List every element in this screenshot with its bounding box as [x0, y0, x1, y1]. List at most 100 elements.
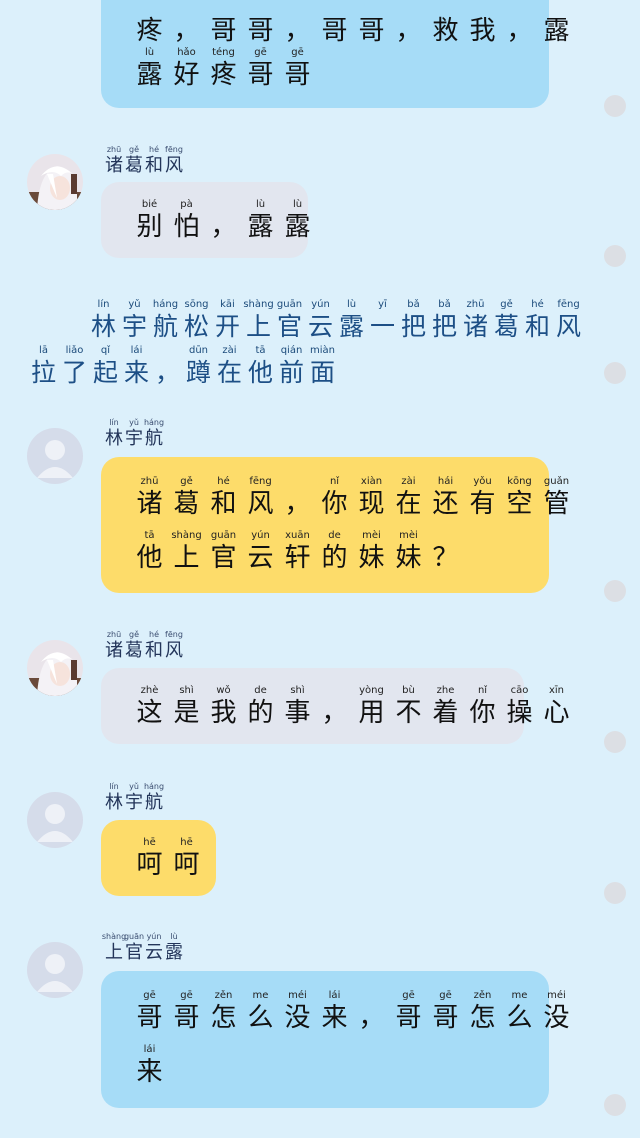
- hanzi: 了: [61, 358, 87, 387]
- hanzi: 哥: [210, 16, 237, 46]
- pinyin: hé: [531, 299, 544, 310]
- ruby-char: fēng 风: [164, 145, 184, 177]
- ruby-char: me 么: [242, 989, 279, 1034]
- hanzi: 和: [524, 312, 550, 341]
- ruby-char: háng 航: [150, 298, 181, 343]
- hanzi: 事: [284, 698, 311, 728]
- ruby-char: háng 航: [144, 782, 164, 814]
- pinyin: fēng: [165, 145, 183, 154]
- ruby-char: fēng 风: [553, 298, 584, 343]
- sender-name: lín 林 yǔ 宇 háng 航: [104, 782, 164, 814]
- message-bubble[interactable]: 疼，哥哥，哥哥，救我，露 lù 露 hǎo 好 téng 疼 gē 哥 gē 哥: [101, 0, 570, 108]
- pinyin: gě: [180, 476, 193, 487]
- ruby-char: shàng 上: [168, 529, 205, 574]
- pinyin: yǔ: [128, 299, 141, 310]
- pinyin: miàn: [310, 345, 335, 356]
- pinyin: hē: [180, 837, 193, 848]
- ruby-char: guān 官: [205, 529, 242, 574]
- hanzi: 着: [432, 698, 459, 728]
- ruby-char: 我: [464, 2, 501, 47]
- message-bubble[interactable]: zhū 诸 gě 葛 hé 和 fēng 风， nǐ 你 xiàn 现 zài 在 hái 还 yǒu 有 kōng…: [101, 457, 570, 593]
- message-bubble[interactable]: hē 呵 hē 呵: [101, 820, 216, 896]
- hanzi: 你: [469, 698, 496, 728]
- ruby-char: hé 和: [144, 630, 164, 662]
- pinyin: gě: [129, 145, 139, 154]
- hanzi: 来: [123, 358, 149, 387]
- hanzi: 林: [90, 312, 116, 341]
- ruby-char: shàng 上: [101, 932, 127, 964]
- hanzi: ，: [173, 16, 200, 46]
- default-user-avatar-icon[interactable]: [27, 792, 83, 848]
- ruby-char: ，: [353, 989, 390, 1034]
- ruby-char: gē 哥: [279, 46, 316, 91]
- pinyin: shì: [179, 685, 194, 696]
- status-dot-icon: [604, 1094, 626, 1116]
- hanzi: 风: [555, 312, 581, 341]
- ruby-char: shàng 上: [243, 298, 274, 343]
- ruby-char: hǎo 好: [168, 46, 205, 91]
- hanzi: 云: [247, 543, 274, 573]
- message-bubble[interactable]: gē 哥 gē 哥 zěn 怎 me 么 méi 没 lái 来， gē 哥 gē 哥 zěn 怎 me 么 méi 没 …: [101, 971, 570, 1108]
- ruby-char: yún 云: [305, 298, 336, 343]
- pinyin: shàng: [171, 530, 202, 541]
- ruby-char: guān 官: [124, 932, 144, 964]
- ruby-char: lù 露: [164, 932, 184, 964]
- hanzi: 风: [247, 489, 274, 519]
- ruby-char: shì 事: [279, 684, 316, 729]
- hanzi: 哥: [247, 16, 274, 46]
- hanzi: 没: [284, 1003, 311, 1033]
- ruby-char: 哥: [353, 2, 390, 47]
- pinyin: dūn: [188, 345, 209, 356]
- pinyin: bǎ: [438, 299, 451, 310]
- ruby-char: hē 呵: [131, 836, 168, 881]
- hanzi: 诸: [462, 312, 488, 341]
- pinyin: xīn: [548, 685, 565, 696]
- pinyin: cāo: [510, 685, 529, 696]
- ruby-char: zhe 着: [427, 684, 464, 729]
- ruby-char: xiàn 现: [353, 475, 390, 520]
- hanzi: 疼: [210, 60, 237, 90]
- message-bubble[interactable]: bié 别 pà 怕 ， lù 露 lù 露: [101, 182, 311, 258]
- ruby-char: fēng 风: [164, 630, 184, 662]
- hanzi: 葛: [173, 489, 200, 519]
- hanzi: 不: [395, 698, 422, 728]
- anime-avatar-icon[interactable]: [27, 154, 83, 210]
- ruby-char: kāi 开: [212, 298, 243, 343]
- hanzi: 我: [469, 16, 496, 46]
- hanzi: 葛: [125, 640, 143, 661]
- anime-avatar-icon[interactable]: [27, 640, 83, 696]
- ruby-char: miàn 面: [307, 344, 338, 389]
- status-dot-icon: [604, 245, 626, 267]
- hanzi: 疼: [136, 16, 163, 46]
- hanzi: 在: [395, 489, 422, 519]
- pinyin: qǐ: [100, 345, 111, 356]
- hanzi: 操: [506, 698, 533, 728]
- pinyin: lái: [328, 990, 341, 1001]
- ruby-char: gě 葛: [168, 475, 205, 520]
- hanzi: 和: [210, 489, 237, 519]
- hanzi: 心: [543, 698, 570, 728]
- hanzi: 怎: [469, 1003, 496, 1033]
- hanzi: 是: [173, 698, 200, 728]
- message-bubble[interactable]: zhè 这 shì 是 wǒ 我 de 的 shì 事 ， yòng 用 bù 不 zhe 着 nǐ 你 cāo 操 xī…: [101, 668, 570, 744]
- pinyin: shì: [290, 685, 305, 696]
- hanzi: 没: [543, 1003, 570, 1033]
- hanzi: 哥: [395, 1003, 422, 1033]
- hanzi: 露: [338, 312, 364, 341]
- default-user-avatar-icon[interactable]: [27, 942, 83, 998]
- hanzi: 起: [92, 358, 118, 387]
- hanzi: 呵: [173, 850, 200, 880]
- ruby-char: lái 来: [121, 344, 152, 389]
- pinyin: gē: [180, 990, 193, 1001]
- pinyin: shàng: [101, 932, 127, 941]
- narration-line: lín 林 yǔ 宇 háng 航 sōng 松 kāi 开 shàng 上 guān 官 yún 云 lù 露 y…: [88, 298, 584, 343]
- hanzi: 官: [276, 312, 302, 341]
- default-user-avatar-icon[interactable]: [27, 428, 83, 484]
- pinyin: zěn: [214, 990, 233, 1001]
- status-dot-icon: [604, 362, 626, 384]
- pinyin: hé: [217, 476, 230, 487]
- pinyin: me: [252, 990, 269, 1001]
- hanzi: 林: [105, 428, 123, 449]
- ruby-char: nǐ 你: [464, 684, 501, 729]
- hanzi: 在: [216, 358, 242, 387]
